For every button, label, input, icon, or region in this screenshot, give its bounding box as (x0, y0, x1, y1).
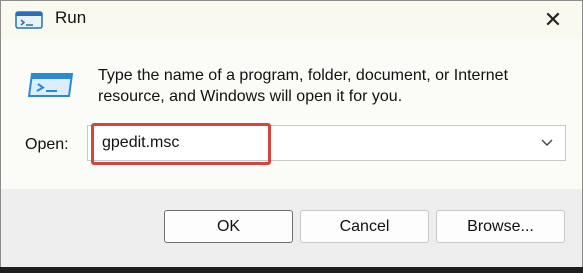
window-title: Run (55, 8, 87, 27)
close-button[interactable]: ✕ (538, 5, 568, 35)
cancel-button[interactable]: Cancel (300, 210, 429, 243)
run-icon (27, 73, 74, 97)
close-icon: ✕ (543, 7, 563, 32)
highlight-box (91, 123, 271, 165)
run-icon (15, 11, 43, 29)
dialog-content: Type the name of a program, folder, docu… (1, 39, 582, 189)
ok-button[interactable]: OK (164, 210, 293, 243)
browse-button[interactable]: Browse... (436, 210, 565, 243)
title-bar: Run ✕ (1, 1, 582, 39)
chevron-down-icon[interactable] (539, 134, 555, 150)
open-label: Open: (25, 136, 69, 153)
run-description: Type the name of a program, folder, docu… (98, 67, 509, 105)
button-bar: OK Cancel Browse... (1, 189, 582, 267)
run-dialog: Run ✕ Type the name of a program, folder… (0, 0, 583, 267)
